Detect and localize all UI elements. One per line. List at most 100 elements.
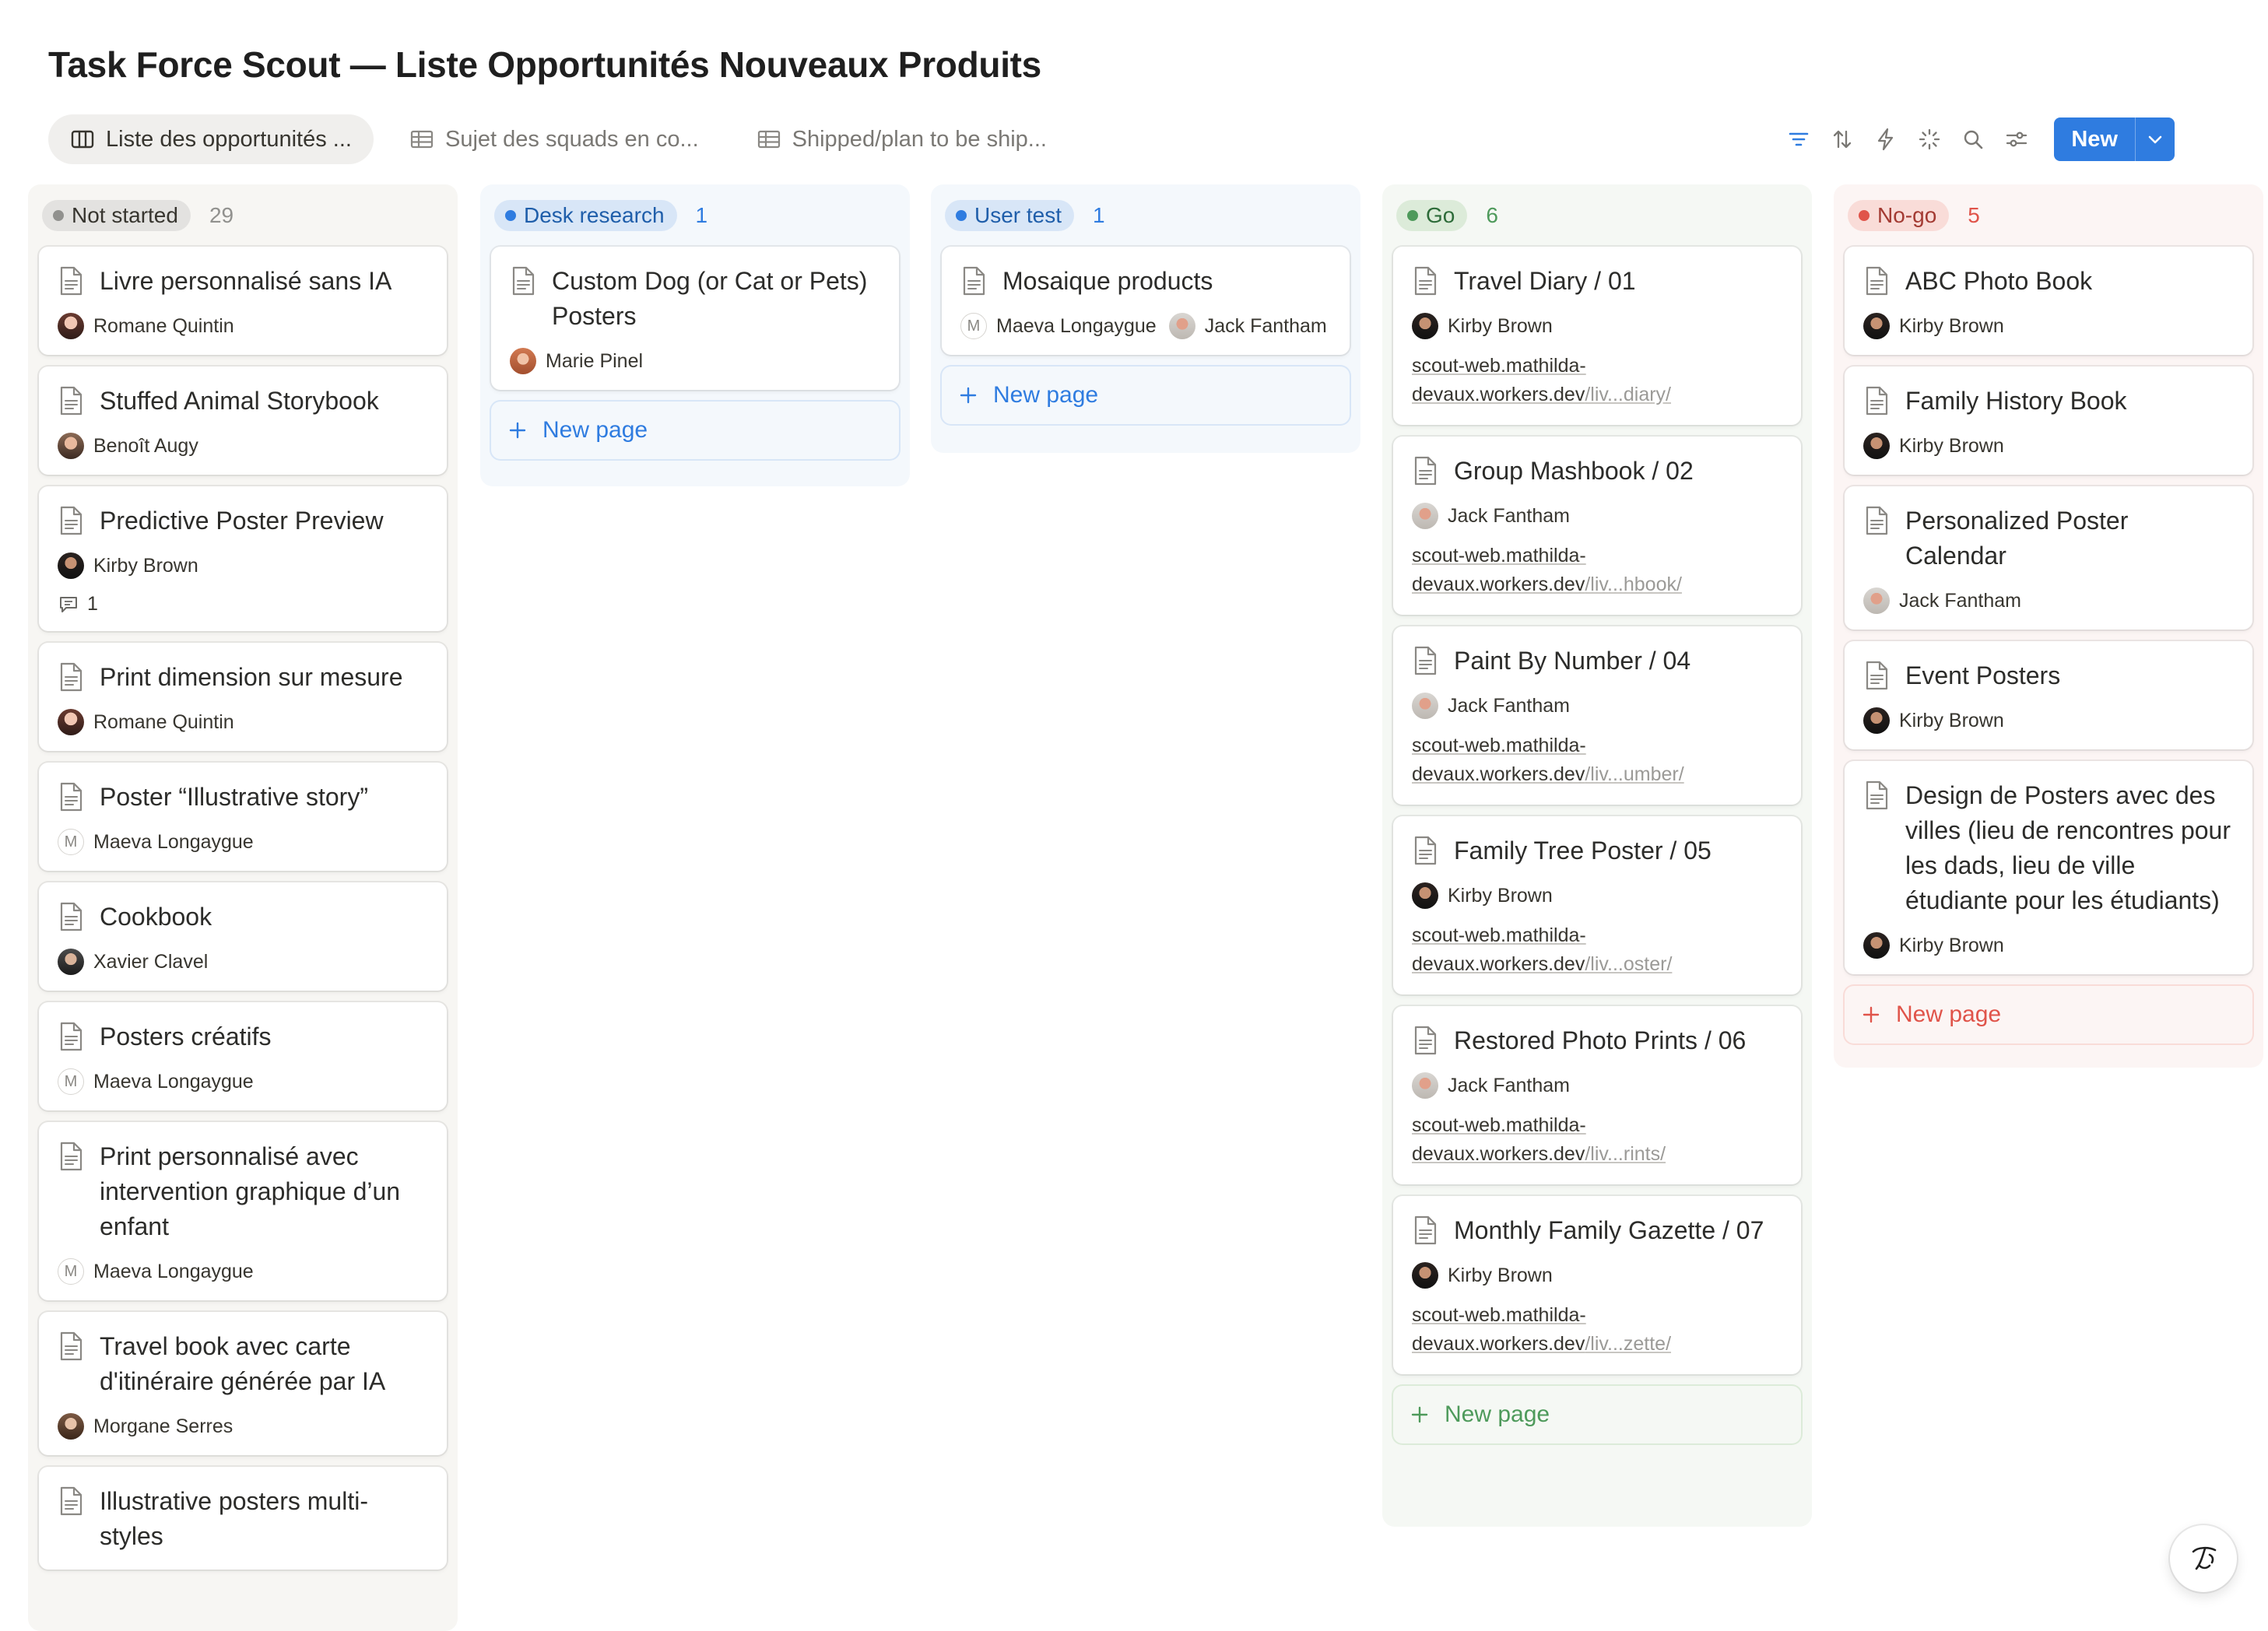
assignee[interactable]: M Maeva Longaygue <box>58 1258 254 1285</box>
board-card[interactable]: Custom Dog (or Cat or Pets) Posters Marie… <box>491 247 899 390</box>
tab-board-view[interactable]: Liste des opportunités ... <box>48 114 374 164</box>
assignee[interactable]: Kirby Brown <box>1863 932 2004 959</box>
board-card[interactable]: Event Posters Kirby Brown <box>1845 641 2252 749</box>
status-badge[interactable]: Not started <box>42 200 191 231</box>
assignee[interactable]: Kirby Brown <box>1863 707 2004 734</box>
new-page-button[interactable]: New page <box>1393 1386 1801 1443</box>
status-badge[interactable]: Go <box>1396 200 1468 231</box>
assignee-name: Kirby Brown <box>1899 434 2004 457</box>
sort-button[interactable] <box>1820 118 1864 161</box>
board-card[interactable]: Personalized Poster Calendar Jack Fantham <box>1845 486 2252 630</box>
tab-label: Sujet des squads en co... <box>444 126 699 152</box>
status-label: Go <box>1426 203 1455 227</box>
card-assignees: Kirby Brown <box>1412 1262 1782 1289</box>
board-card[interactable]: Poster “Illustrative story” M Maeva Longay… <box>39 763 447 871</box>
filter-icon <box>1789 132 1809 146</box>
status-badge[interactable]: Desk research <box>494 200 677 231</box>
card-assignees: Kirby Brown <box>1863 707 2234 734</box>
assignee[interactable]: Marie Pinel <box>510 348 643 374</box>
new-button-label: New <box>2071 126 2118 152</box>
view-tabs: Liste des opportunités ... Sujet des squ… <box>48 114 1069 164</box>
board-card[interactable]: Family Tree Poster / 05 Kirby Brown scout-… <box>1393 816 1801 994</box>
avatar <box>1412 1072 1438 1099</box>
new-page-button[interactable]: New page <box>1845 986 2252 1043</box>
assignee[interactable]: M Maeva Longaygue <box>960 313 1157 339</box>
assignee[interactable]: Jack Fantham <box>1412 693 1570 719</box>
assignee[interactable]: Romane Quintin <box>58 313 234 339</box>
status-badge[interactable]: User test <box>945 200 1075 231</box>
board-card[interactable]: Print dimension sur mesure Romane Quintin <box>39 643 447 751</box>
tab-shipped-table[interactable]: Shipped/plan to be ship... <box>735 114 1069 164</box>
card-title: Poster “Illustrative story” <box>100 783 368 811</box>
assistant-icon <box>2192 1546 2217 1570</box>
card-assignees: Jack Fantham <box>1863 588 2234 614</box>
card-url[interactable]: scout-web.mathilda-devaux.workers.dev/li… <box>1412 1111 1782 1169</box>
assignee[interactable]: M Maeva Longaygue <box>58 1068 254 1095</box>
url-path: /liv...diary/ <box>1585 384 1671 405</box>
column-user-test: User test 1 Mosaique products M Maeva Longay… <box>931 184 1360 453</box>
assignee[interactable]: Kirby Brown <box>1412 882 1553 909</box>
assignee[interactable]: Romane Quintin <box>58 709 234 735</box>
card-url[interactable]: scout-web.mathilda-devaux.workers.dev/li… <box>1412 731 1782 789</box>
new-dropdown-button[interactable] <box>2135 118 2175 161</box>
assignee[interactable]: Kirby Brown <box>1863 433 2004 459</box>
new-page-label: New page <box>1896 1001 2002 1027</box>
board-card[interactable]: Livre personnalisé sans IA Romane Quintin <box>39 247 447 355</box>
avatar <box>1412 1262 1438 1289</box>
board-card[interactable]: Predictive Poster Preview Kirby Brown 1 <box>39 486 447 631</box>
new-page-button[interactable]: New page <box>942 367 1350 424</box>
board-card[interactable]: Travel Diary / 01 Kirby Brown scout-web.ma… <box>1393 247 1801 425</box>
column-count: 1 <box>695 203 708 227</box>
automation-button[interactable] <box>1864 118 1908 161</box>
board-card[interactable]: Paint By Number / 04 Jack Fantham scout-we… <box>1393 626 1801 805</box>
status-badge[interactable]: No-go <box>1848 200 1950 231</box>
assignee[interactable]: Kirby Brown <box>58 552 198 579</box>
page-icon <box>60 662 83 692</box>
board-card[interactable]: Cookbook Xavier Clavel <box>39 882 447 991</box>
card-url[interactable]: scout-web.mathilda-devaux.workers.dev/li… <box>1412 921 1782 979</box>
assignee[interactable]: Morgane Serres <box>58 1413 233 1440</box>
board-card[interactable]: Illustrative posters multi-styles <box>39 1467 447 1570</box>
assignee[interactable]: Kirby Brown <box>1412 1262 1553 1289</box>
card-url[interactable]: scout-web.mathilda-devaux.workers.dev/li… <box>1412 1301 1782 1359</box>
assignee-name: Xavier Clavel <box>93 950 209 973</box>
help-button[interactable] <box>2170 1525 2237 1592</box>
search-button[interactable] <box>1951 118 1995 161</box>
card-url[interactable]: scout-web.mathilda-devaux.workers.dev/li… <box>1412 352 1782 409</box>
board-card[interactable]: Print personnalisé avec intervention gra… <box>39 1122 447 1300</box>
assignee[interactable]: Xavier Clavel <box>58 949 208 975</box>
card-url[interactable]: scout-web.mathilda-devaux.workers.dev/li… <box>1412 542 1782 599</box>
board-card[interactable]: Mosaique products M Maeva Longaygue Jack Fa… <box>942 247 1350 355</box>
column-go: Go 6 Travel Diary / 01 Kirby Brown scout-web… <box>1382 184 1812 1527</box>
assignee[interactable]: Jack Fantham <box>1412 1072 1570 1099</box>
board-card[interactable]: Design de Posters avec des villes (lieu … <box>1845 761 2252 974</box>
assignee[interactable]: Kirby Brown <box>1863 313 2004 339</box>
new-page-button[interactable]: New page <box>491 402 899 459</box>
board-card[interactable]: ABC Photo Book Kirby Brown <box>1845 247 2252 355</box>
board-card[interactable]: Stuffed Animal Storybook Benoît Augy <box>39 367 447 475</box>
tab-squads-table[interactable]: Sujet des squads en co... <box>388 114 721 164</box>
board-card[interactable]: Monthly Family Gazette / 07 Kirby Brown sc… <box>1393 1196 1801 1374</box>
new-button[interactable]: New <box>2054 118 2175 161</box>
board-icon <box>71 130 94 149</box>
board-card[interactable]: Travel book avec carte d'itinéraire géné… <box>39 1312 447 1455</box>
assignee[interactable]: Jack Fantham <box>1863 588 2021 614</box>
search-icon <box>1964 130 1983 149</box>
assignee-name: Jack Fantham <box>1899 589 2022 612</box>
board-card[interactable]: Family History Book Kirby Brown <box>1845 367 2252 475</box>
assignee[interactable]: Jack Fantham <box>1412 503 1570 529</box>
suggestions-button[interactable] <box>1908 118 1951 161</box>
filter-button[interactable] <box>1777 118 1820 161</box>
comment-count[interactable]: 1 <box>58 593 428 616</box>
assignee[interactable]: Benoît Augy <box>58 433 198 459</box>
assignee[interactable]: Kirby Brown <box>1412 313 1553 339</box>
view-settings-button[interactable] <box>1995 118 2038 161</box>
url-host: scout-web.mathilda- <box>1412 924 1586 946</box>
board-card[interactable]: Group Mashbook / 02 Jack Fantham scout-web… <box>1393 437 1801 615</box>
assignee-name: Kirby Brown <box>93 554 198 577</box>
assignee[interactable]: Jack Fantham <box>1168 313 1327 339</box>
board-card[interactable]: Restored Photo Prints / 06 Jack Fantham sc… <box>1393 1006 1801 1184</box>
new-page-label: New page <box>1445 1401 1550 1427</box>
assignee[interactable]: M Maeva Longaygue <box>58 829 254 855</box>
board-card[interactable]: Posters créatifs M Maeva Longaygue <box>39 1002 447 1110</box>
